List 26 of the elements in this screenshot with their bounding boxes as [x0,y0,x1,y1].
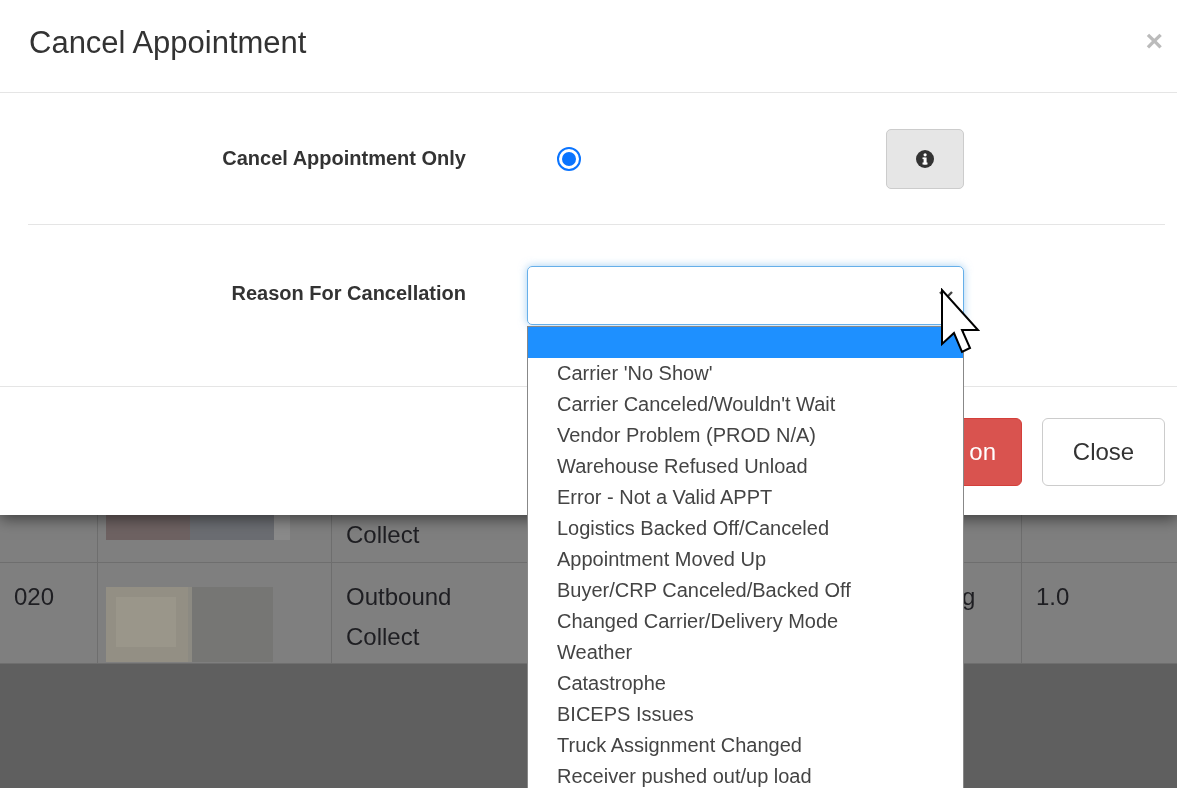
radio-button[interactable] [557,146,581,171]
dropdown-option[interactable]: Vendor Problem (PROD N/A) [528,420,963,451]
option-label: Cancel Appointment Only [221,147,466,170]
info-button[interactable] [886,128,964,189]
close-button[interactable]: Close [1042,418,1165,486]
dropdown-option[interactable]: BICEPS Issues [528,699,963,730]
dialog-title: Cancel Appointment [29,25,307,61]
dropdown-option[interactable]: Changed Carrier/Delivery Mode [528,606,963,637]
dropdown-option[interactable]: Appointment Moved Up [528,544,963,575]
dropdown-option[interactable]: Weather [528,637,963,668]
reason-select[interactable] [527,266,964,325]
reason-label: Reason For Cancellation [230,281,466,305]
dropdown-option[interactable]: Buyer/CRP Canceled/Backed Off [528,575,963,606]
table-cell-text: 1.0 [1036,582,1071,612]
table-cell-text: Collect [346,520,421,550]
info-icon [916,149,934,168]
dropdown-option[interactable]: Catastrophe [528,668,963,699]
dropdown-option[interactable]: Logistics Backed Off/Canceled [528,513,963,544]
dropdown-option[interactable]: Carrier Canceled/Wouldn't Wait [528,389,963,420]
dropdown-option[interactable]: Receiver pushed out/up load [528,761,963,788]
table-cell-text: Outbound Collect [346,582,453,652]
dropdown-option[interactable]: Error - Not a Valid APPT [528,482,963,513]
table-cell-text: 020 [14,582,56,612]
dropdown-option[interactable]: Carrier 'No Show' [528,358,963,389]
dropdown-option[interactable]: Truck Assignment Changed [528,730,963,761]
dropdown-option[interactable]: Warehouse Refused Unload [528,451,963,482]
